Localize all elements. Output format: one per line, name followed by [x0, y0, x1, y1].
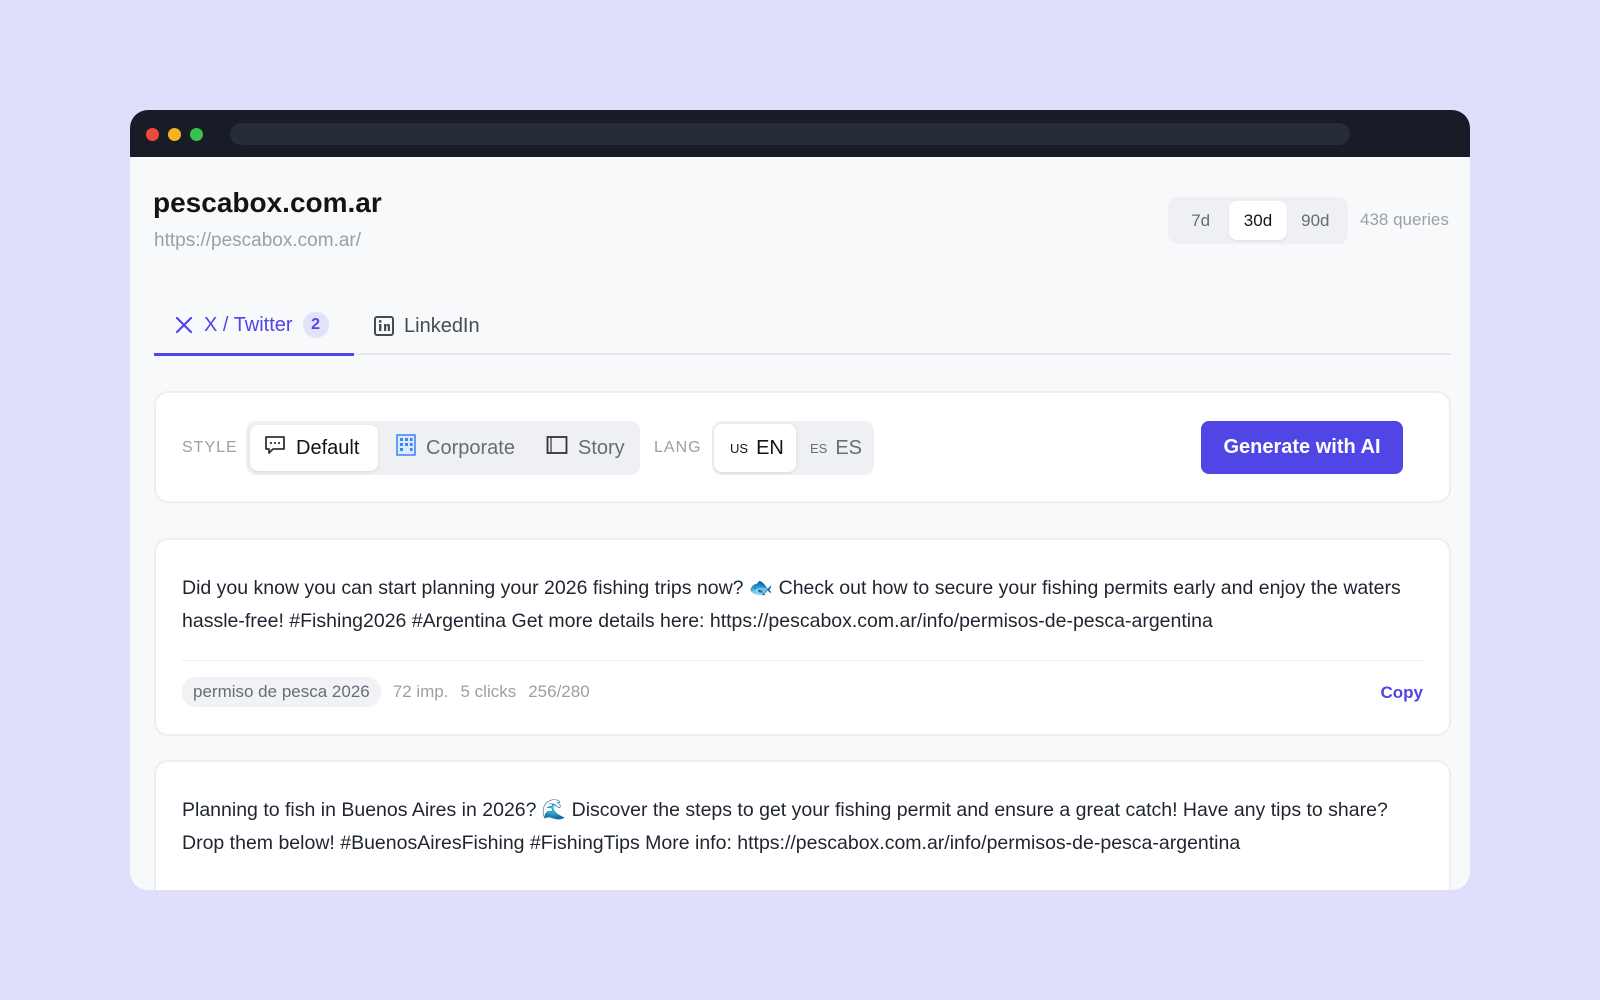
style-story-label: Story	[578, 436, 625, 459]
tab-x-twitter-label: X / Twitter	[204, 313, 293, 336]
post-text: Planning to fish in Buenos Aires in 2026…	[182, 799, 1388, 854]
style-label: STYLE	[182, 439, 238, 456]
chat-bubble-icon	[264, 435, 286, 461]
minimize-window-button[interactable]	[168, 128, 181, 141]
post-text: Did you know you can start planning your…	[182, 577, 1401, 632]
post-card: Planning to fish in Buenos Aires in 2026…	[154, 760, 1451, 890]
date-range-selector: 7d 30d 90d	[1168, 197, 1348, 244]
lang-es-button[interactable]: ES ES	[796, 424, 876, 472]
style-selector: Default Corporate Story	[246, 421, 640, 475]
post-card: Did you know you can start planning your…	[154, 538, 1451, 736]
tab-count-badge: 2	[302, 312, 329, 338]
lang-en-label: EN	[756, 436, 784, 459]
address-bar[interactable]	[230, 123, 1350, 145]
window-titlebar	[130, 110, 1470, 157]
lang-es-label: ES	[835, 436, 863, 459]
page-title: pescabox.com.ar	[153, 187, 382, 218]
language-selector: US EN ES ES	[712, 421, 874, 475]
range-90d-button[interactable]: 90d	[1287, 201, 1344, 240]
query-count: 438 queries	[1360, 210, 1449, 229]
clicks-count: 5 clicks	[460, 682, 517, 701]
close-window-button[interactable]	[146, 128, 159, 141]
generate-with-ai-button[interactable]: Generate with AI	[1201, 421, 1403, 474]
site-url: https://pescabox.com.ar/	[154, 230, 361, 251]
page-content: pescabox.com.ar https://pescabox.com.ar/…	[130, 157, 1470, 890]
range-7d-button[interactable]: 7d	[1172, 201, 1229, 240]
es-flag-icon: ES	[810, 440, 828, 456]
generation-controls: STYLE Default Corporate Story LANG US EN…	[154, 391, 1451, 503]
style-default-label: Default	[296, 436, 360, 459]
maximize-window-button[interactable]	[190, 128, 203, 141]
copy-button[interactable]: Copy	[1381, 683, 1424, 703]
book-icon	[546, 435, 568, 461]
tab-x-twitter[interactable]: X / Twitter 2	[154, 297, 354, 356]
building-icon	[396, 434, 416, 462]
post-meta: permiso de pesca 2026 72 imp. 5 clicks 2…	[182, 677, 590, 707]
linkedin-icon	[374, 316, 394, 336]
style-corporate-label: Corporate	[426, 436, 515, 459]
style-story-button[interactable]: Story	[532, 425, 639, 471]
character-count: 256/280	[528, 682, 590, 701]
keyword-tag: permiso de pesca 2026	[182, 677, 381, 707]
range-30d-button[interactable]: 30d	[1229, 201, 1287, 240]
impressions-count: 72 imp.	[392, 682, 449, 701]
lang-label: LANG	[654, 439, 702, 456]
lang-en-button[interactable]: US EN	[714, 424, 796, 472]
style-default-button[interactable]: Default	[250, 425, 378, 471]
divider	[182, 660, 1423, 661]
platform-tabs: X / Twitter 2 LinkedIn	[154, 297, 1451, 356]
browser-window: pescabox.com.ar https://pescabox.com.ar/…	[130, 110, 1470, 890]
style-corporate-button[interactable]: Corporate	[382, 425, 529, 471]
tab-linkedin-label: LinkedIn	[404, 314, 480, 337]
x-logo-icon	[174, 315, 194, 335]
us-flag-icon: US	[730, 440, 749, 456]
tab-linkedin[interactable]: LinkedIn	[374, 297, 480, 355]
